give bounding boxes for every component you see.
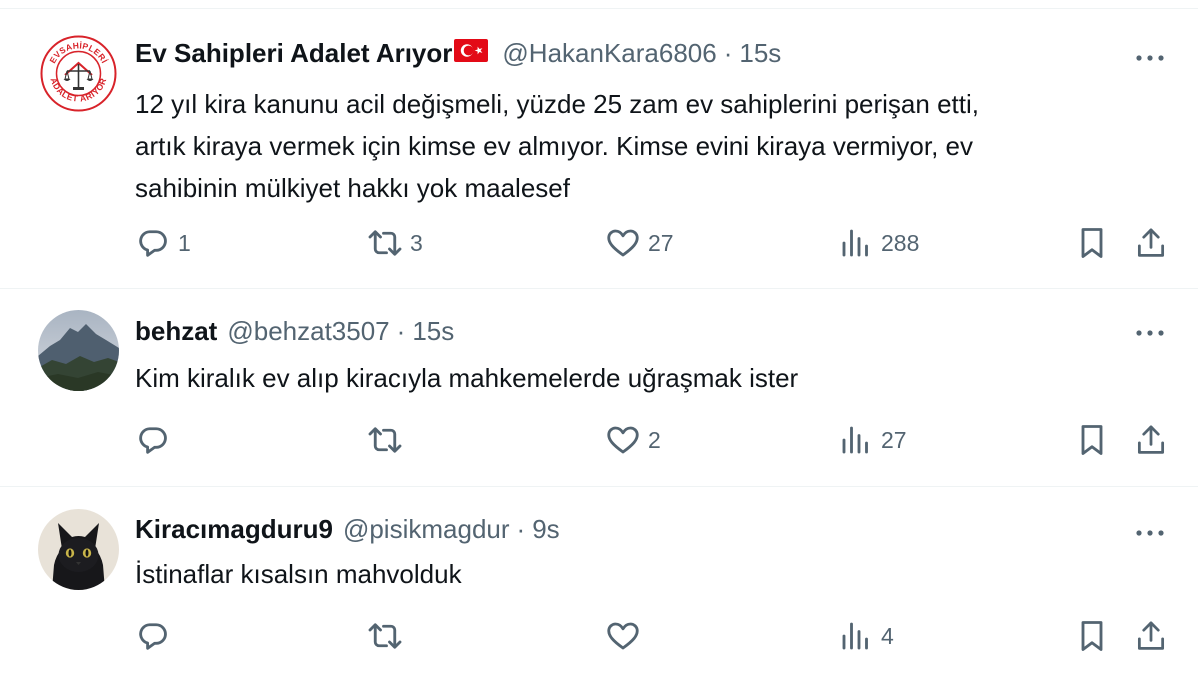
views-button[interactable]: 288: [838, 225, 919, 261]
tweet-text-line: İstinaflar kısalsın mahvolduk: [135, 559, 462, 589]
user-handle[interactable]: @HakanKara6806: [502, 38, 716, 69]
bookmark-button[interactable]: [1077, 225, 1107, 261]
user-handle[interactable]: @behzat3507: [227, 316, 389, 347]
retweet-button[interactable]: [367, 422, 410, 458]
separator-dot: ·: [516, 513, 526, 544]
tweet-header: Kiracımagduru9 @pisikmagdur · 9s: [135, 512, 1128, 546]
turkey-flag-icon: [454, 38, 489, 69]
tweet-text: Kim kiralık ev alıp kiracıyla mahkemeler…: [135, 357, 1128, 399]
separator-dot: ·: [396, 315, 406, 346]
share-button[interactable]: [1135, 422, 1167, 458]
retweet-button[interactable]: [367, 618, 410, 654]
views-button[interactable]: 27: [838, 422, 907, 458]
tweet-text: 12 yıl kira kanunu acil değişmeli, yüzde…: [135, 83, 1128, 209]
reply-icon: [135, 422, 171, 458]
bookmark-icon: [1077, 225, 1107, 261]
cat-avatar-image: [38, 509, 119, 590]
tweet[interactable]: EVSAHİPLERİ ADALET ARIYOR Ev Sahipleri A…: [0, 9, 1198, 289]
like-button[interactable]: [605, 618, 648, 654]
share-icon: [1135, 618, 1167, 654]
timeline-feed: EVSAHİPLERİ ADALET ARIYOR Ev Sahipleri A…: [0, 0, 1198, 678]
tweet-actions: 2 27: [0, 422, 1198, 458]
like-count: 27: [648, 229, 674, 256]
share-icon: [1135, 225, 1167, 261]
reply-icon: [135, 225, 171, 261]
share-button[interactable]: [1135, 618, 1167, 654]
avatar[interactable]: [38, 509, 119, 590]
view-count: 4: [881, 622, 894, 649]
avatar[interactable]: [38, 310, 119, 391]
heart-icon: [605, 225, 641, 261]
tweet-text-line: Kim kiralık ev alıp kiracıyla mahkemeler…: [135, 363, 799, 393]
user-handle[interactable]: @pisikmagdur: [343, 514, 510, 545]
reply-button[interactable]: 1: [135, 225, 191, 261]
bookmark-button[interactable]: [1077, 422, 1107, 458]
timestamp[interactable]: 9s: [532, 514, 559, 545]
retweet-button[interactable]: 3: [367, 225, 423, 261]
separator-dot: ·: [723, 37, 733, 68]
tweet-actions: 4: [0, 618, 1198, 654]
display-name[interactable]: behzat: [135, 316, 217, 347]
more-icon[interactable]: [1132, 318, 1168, 348]
mountain-avatar-image: [38, 310, 119, 391]
tweet-text-line: sahibinin mülkiyet hakkı yok maalesef: [135, 173, 570, 203]
views-icon: [838, 618, 874, 654]
reply-count: 1: [178, 229, 191, 256]
like-button[interactable]: 27: [605, 225, 674, 261]
avatar[interactable]: EVSAHİPLERİ ADALET ARIYOR: [38, 33, 119, 114]
timestamp[interactable]: 15s: [412, 316, 454, 347]
more-icon[interactable]: [1132, 518, 1168, 548]
tweet-actions: 1 3 27 288: [0, 225, 1198, 261]
logo-avatar-image: EVSAHİPLERİ ADALET ARIYOR: [38, 33, 119, 114]
views-icon: [838, 225, 874, 261]
share-icon: [1135, 422, 1167, 458]
retweet-count: 3: [410, 229, 423, 256]
retweet-icon: [367, 422, 403, 458]
tweet[interactable]: behzat @behzat3507 · 15s Kim kiralık ev …: [0, 289, 1198, 487]
timestamp[interactable]: 15s: [739, 38, 781, 69]
views-icon: [838, 422, 874, 458]
heart-icon: [605, 422, 641, 458]
tweet-header: behzat @behzat3507 · 15s: [135, 314, 1128, 348]
tweet-header: Ev Sahipleri Adalet Arıyor @HakanKara680…: [135, 36, 1128, 70]
like-count: 2: [648, 426, 661, 453]
bookmark-icon: [1077, 422, 1107, 458]
reply-button[interactable]: [135, 618, 178, 654]
tweet-text-line: 12 yıl kira kanunu acil değişmeli, yüzde…: [135, 89, 979, 119]
heart-icon: [605, 618, 641, 654]
tweet-text: İstinaflar kısalsın mahvolduk: [135, 553, 1128, 595]
reply-icon: [135, 618, 171, 654]
tweet-text-line: artık kiraya vermek için kimse ev almıyo…: [135, 131, 973, 161]
tweet[interactable]: Kiracımagduru9 @pisikmagdur · 9s İstinaf…: [0, 487, 1198, 678]
retweet-icon: [367, 225, 403, 261]
view-count: 288: [881, 229, 920, 256]
views-button[interactable]: 4: [838, 618, 894, 654]
reply-button[interactable]: [135, 422, 178, 458]
like-button[interactable]: 2: [605, 422, 661, 458]
share-button[interactable]: [1135, 225, 1167, 261]
retweet-icon: [367, 618, 403, 654]
bookmark-button[interactable]: [1077, 618, 1107, 654]
display-name[interactable]: Kiracımagduru9: [135, 514, 333, 545]
view-count: 27: [881, 426, 907, 453]
display-name[interactable]: Ev Sahipleri Adalet Arıyor: [135, 38, 452, 69]
more-icon[interactable]: [1132, 43, 1168, 73]
bookmark-icon: [1077, 618, 1107, 654]
